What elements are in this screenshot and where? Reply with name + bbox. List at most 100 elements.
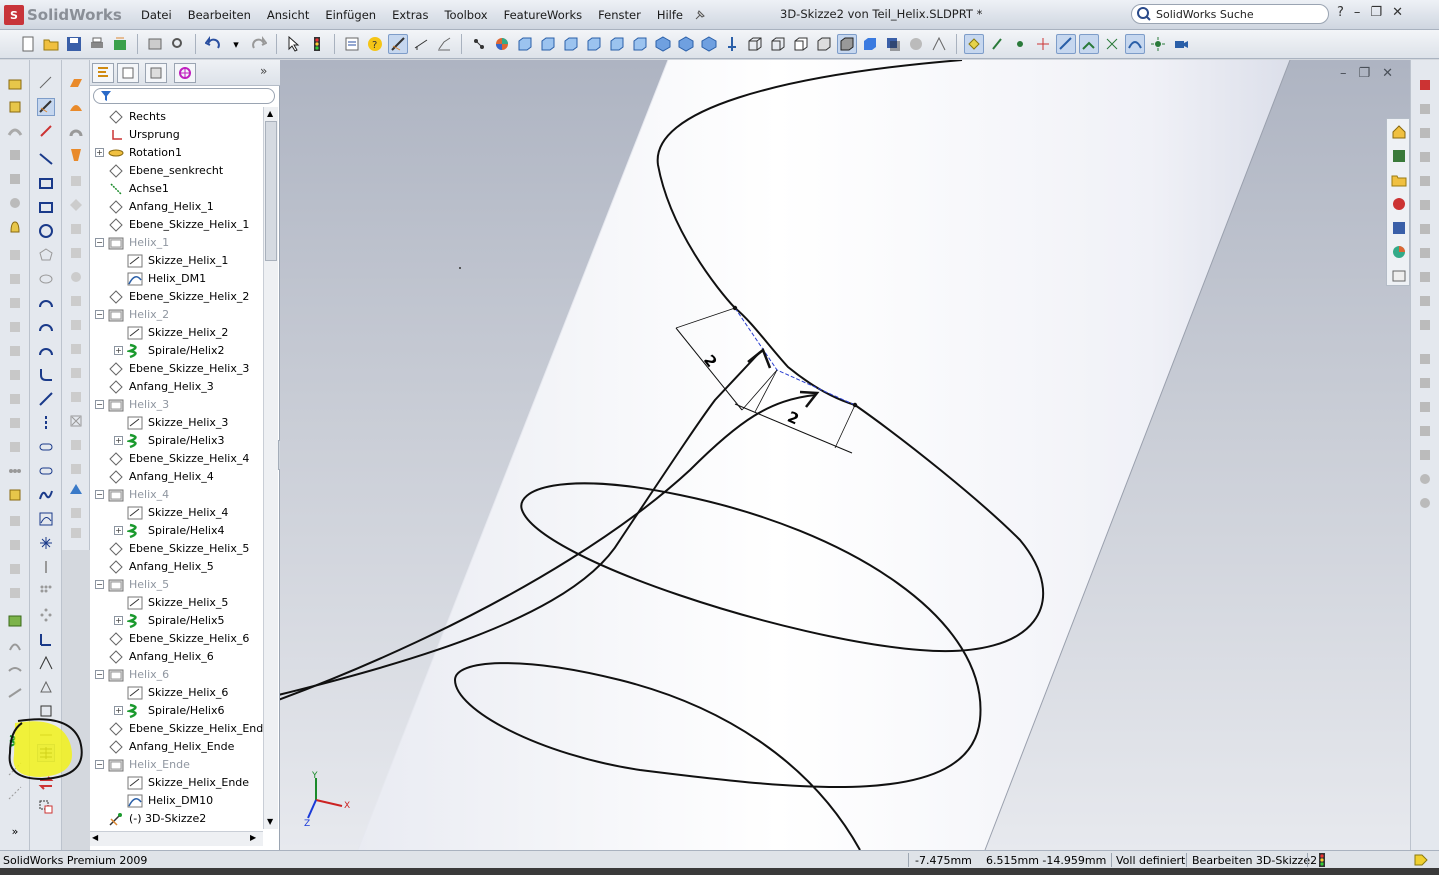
tree-item-skizze-helix-3[interactable]: Skizze_Helix_3: [90, 414, 263, 432]
tree-vertical-scrollbar[interactable]: ▲ ▼: [263, 107, 278, 829]
scroll-right-arrow-icon[interactable]: ▶: [250, 833, 256, 842]
scale-icon[interactable]: [6, 584, 24, 602]
linear-sketch-pattern-icon[interactable]: [37, 582, 55, 600]
view-origins-icon[interactable]: [1033, 34, 1053, 54]
view-sketch-relations-icon[interactable]: [1102, 34, 1122, 54]
menu-fenster[interactable]: Fenster: [590, 8, 649, 22]
collapse-toggle-icon[interactable]: −: [95, 400, 104, 409]
view-top-icon[interactable]: [607, 34, 627, 54]
composite-curve-icon[interactable]: [6, 684, 24, 702]
normal-to-icon[interactable]: [722, 34, 742, 54]
lofted-surface-icon[interactable]: [67, 146, 85, 164]
collapse-toggle-icon[interactable]: −: [95, 670, 104, 679]
undo-dropdown-icon[interactable]: ▾: [226, 34, 246, 54]
tree-item-ursprung[interactable]: Ursprung: [90, 126, 263, 144]
task-tool-17-icon[interactable]: [1416, 470, 1434, 488]
search-results-icon[interactable]: [1390, 195, 1408, 213]
cylinder-body[interactable]: [358, 60, 1290, 850]
task-tool-10-icon[interactable]: [1416, 292, 1434, 310]
print-icon[interactable]: [87, 34, 107, 54]
view-back-icon[interactable]: [538, 34, 558, 54]
line-tool-icon[interactable]: [37, 150, 55, 168]
view-points-icon[interactable]: [1010, 34, 1030, 54]
sweep-icon[interactable]: [6, 122, 24, 140]
tree-item-ebene-skizze-helix-3[interactable]: Ebene_Skizze_Helix_3: [90, 360, 263, 378]
tangent-arc-icon[interactable]: [37, 318, 55, 336]
scroll-down-arrow-icon[interactable]: ▼: [267, 817, 273, 826]
sketch-point-icon[interactable]: [37, 534, 55, 552]
menu-featureworks[interactable]: FeatureWorks: [496, 8, 591, 22]
deform-icon[interactable]: [6, 390, 24, 408]
thicken-icon[interactable]: [67, 504, 85, 522]
collapse-toggle-icon[interactable]: −: [95, 238, 104, 247]
circular-sketch-pattern-icon[interactable]: [37, 606, 55, 624]
viewport-minimize-button[interactable]: –: [1340, 66, 1347, 81]
tree-item-ebene-skizze-helix-ende[interactable]: Ebene_Skizze_Helix_Ende: [90, 720, 263, 738]
loft-icon[interactable]: [6, 146, 24, 164]
tree-item-ebene-skizze-helix-5[interactable]: Ebene_Skizze_Helix_5: [90, 540, 263, 558]
view-cameras-icon[interactable]: [1171, 34, 1191, 54]
file-explorer-icon[interactable]: [1390, 171, 1408, 189]
ellipse-tool-icon[interactable]: [37, 270, 55, 288]
tree-item-helix-4[interactable]: − Helix_4: [90, 486, 263, 504]
3d-sketch-active-icon[interactable]: [37, 98, 55, 116]
tree-item-spirale-helix5[interactable]: + Spirale/Helix5: [90, 612, 263, 630]
collapse-toggle-icon[interactable]: −: [95, 490, 104, 499]
reference-geometry-icon[interactable]: [6, 512, 24, 530]
tree-item-rechts[interactable]: Rechts: [90, 108, 263, 126]
tree-item-ebene-senkrecht[interactable]: Ebene_senkrecht: [90, 162, 263, 180]
task-tool-11-icon[interactable]: [1416, 316, 1434, 334]
modify-sketch-icon[interactable]: [37, 798, 55, 816]
tree-item-anfang-helix-ende[interactable]: Anfang_Helix_Ende: [90, 738, 263, 756]
pattern-linear-icon[interactable]: [6, 462, 24, 480]
projected-curve-icon[interactable]: [6, 660, 24, 678]
revolve-boss-icon[interactable]: [6, 98, 24, 116]
menu-datei[interactable]: Datei: [133, 8, 180, 22]
task-tool-9-icon[interactable]: [1416, 268, 1434, 286]
task-tool-18-icon[interactable]: [1416, 494, 1434, 512]
tree-item-skizze-helix-4[interactable]: Skizze_Helix_4: [90, 504, 263, 522]
tree-item-spirale-helix4[interactable]: + Spirale/Helix4: [90, 522, 263, 540]
view-trimetric-icon[interactable]: [676, 34, 696, 54]
slot-icon[interactable]: [37, 438, 55, 456]
view-iso-icon[interactable]: [653, 34, 673, 54]
expand-toggle-icon[interactable]: +: [114, 616, 123, 625]
offset-surface-icon[interactable]: [67, 244, 85, 262]
wrap-icon[interactable]: [6, 342, 24, 360]
rectangle-tool-icon[interactable]: [37, 174, 55, 192]
help-button[interactable]: ?: [1337, 5, 1344, 20]
repair-sketch-icon[interactable]: [37, 678, 55, 696]
straight-slot-icon[interactable]: [37, 462, 55, 480]
indent-icon[interactable]: [6, 414, 24, 432]
sketch-fillet-icon[interactable]: [37, 366, 55, 384]
tree-filter-input[interactable]: [93, 88, 275, 104]
fillet-surface-icon[interactable]: [67, 388, 85, 406]
expand-toggle-icon[interactable]: +: [114, 436, 123, 445]
tree-item-skizze-helix-ende[interactable]: Skizze_Helix_Ende: [90, 774, 263, 792]
tree-item-ebene-skizze-helix-1[interactable]: Ebene_Skizze_Helix_1: [90, 216, 263, 234]
appearances-icon[interactable]: [1390, 243, 1408, 261]
select-icon[interactable]: [284, 34, 304, 54]
task-tool-13-icon[interactable]: [1416, 374, 1434, 392]
untrim-surface-icon[interactable]: [67, 340, 85, 358]
search-input[interactable]: SolidWorks Suche: [1131, 4, 1329, 24]
mirror-feature-icon[interactable]: [6, 486, 24, 504]
restore-button[interactable]: ❐: [1370, 5, 1382, 20]
pin-icon[interactable]: [693, 8, 707, 22]
bell-feature-icon[interactable]: [6, 218, 24, 236]
extrude-boss-icon[interactable]: [6, 74, 24, 92]
new-document-icon[interactable]: [18, 34, 38, 54]
tree-item-helix-2[interactable]: − Helix_2: [90, 306, 263, 324]
smart-dimension-side-icon[interactable]: [37, 122, 55, 140]
shaded-with-edges-icon[interactable]: [837, 34, 857, 54]
tab-property-manager[interactable]: [117, 63, 139, 83]
spline-icon[interactable]: [37, 486, 55, 504]
tree-item-helix-5[interactable]: − Helix_5: [90, 576, 263, 594]
view-front-icon[interactable]: [515, 34, 535, 54]
add-relation-icon[interactable]: [37, 654, 55, 672]
hidden-lines-visible-icon[interactable]: [768, 34, 788, 54]
tree-item-helix-1[interactable]: − Helix_1: [90, 234, 263, 252]
task-tool-2-icon[interactable]: [1416, 100, 1434, 118]
undo-icon[interactable]: [203, 34, 223, 54]
task-tool-14-icon[interactable]: [1416, 398, 1434, 416]
